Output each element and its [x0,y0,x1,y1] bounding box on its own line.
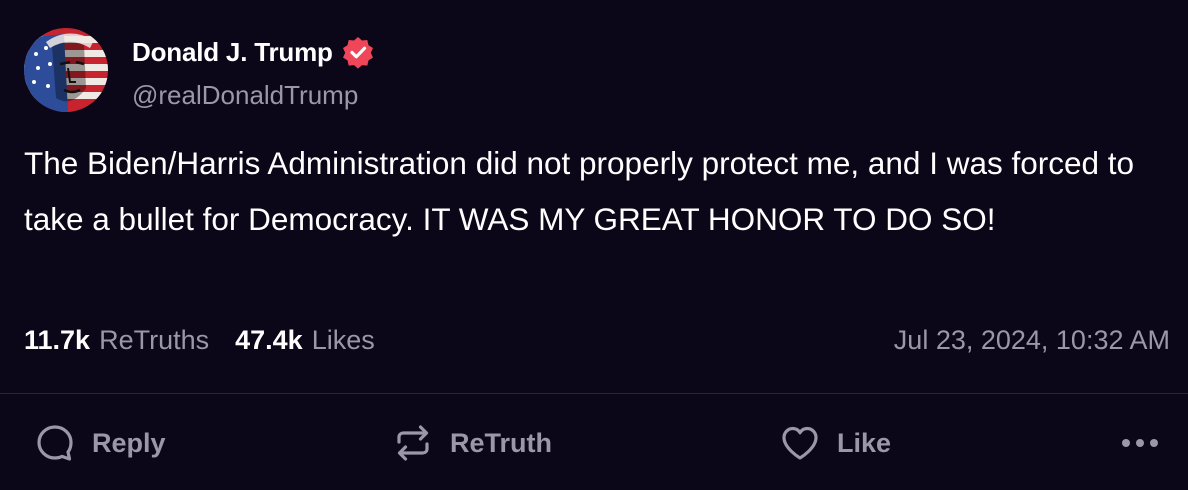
reply-icon [37,425,73,461]
post-timestamp: Jul 23, 2024, 10:32 AM [893,325,1170,355]
author-name-row: Donald J. Trump [132,34,375,70]
retruth-label: ReTruth [450,427,553,458]
verified-badge-icon [342,37,373,69]
post-stats: 11.7k ReTruths 47.4k Likes [24,320,375,360]
avatar-image [24,28,108,112]
author-handle[interactable]: @realDonaldTrump [132,80,358,111]
retruths-stat[interactable]: 11.7k ReTruths [24,325,209,356]
reply-label: Reply [92,427,166,458]
post-card: Donald J. Trump @realDonaldTrump The Bid… [0,0,1188,490]
retruth-icon [397,425,429,461]
retruths-label: ReTruths [99,324,210,355]
post-text: The Biden/Harris Administration did not … [24,145,1135,237]
likes-stat[interactable]: 47.4k Likes [235,325,375,356]
like-button[interactable]: Like [779,420,891,466]
retruths-count: 11.7k [24,324,91,355]
likes-label: Likes [311,324,375,355]
heart-icon [782,426,818,460]
retruth-button[interactable]: ReTruth [392,420,552,466]
display-name[interactable]: Donald J. Trump [132,37,333,68]
like-label: Like [837,427,892,458]
divider [0,393,1188,394]
more-horizontal-icon[interactable] [1118,426,1162,460]
avatar[interactable] [24,28,108,112]
likes-count: 47.4k [235,324,303,355]
reply-button[interactable]: Reply [34,420,166,466]
